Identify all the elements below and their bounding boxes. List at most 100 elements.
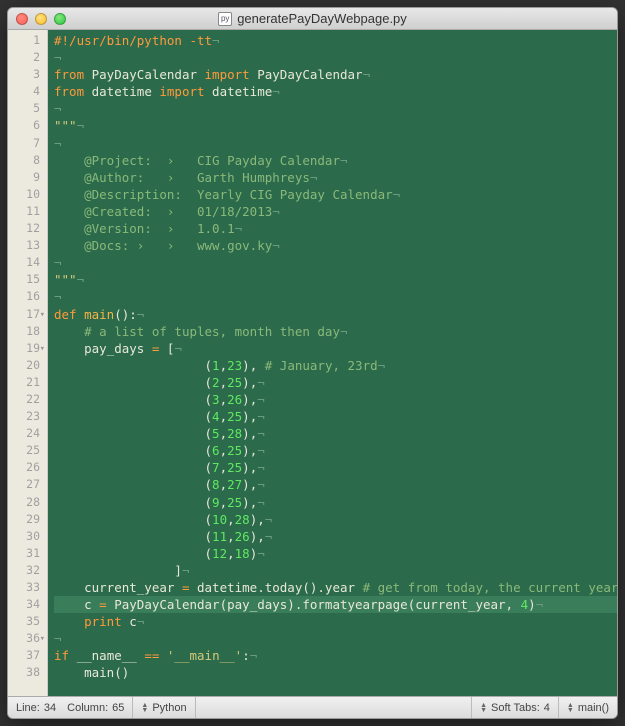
- line-number-gutter[interactable]: 1234567891011121314151617181920212223242…: [8, 30, 48, 696]
- code-line[interactable]: from datetime import datetime¬: [54, 83, 617, 100]
- statusbar: Line: 34 Column: 65 ▲▼ Python ▲▼ Soft Ta…: [8, 696, 617, 718]
- line-number[interactable]: 35: [8, 613, 44, 630]
- code-line[interactable]: main(): [54, 664, 617, 681]
- code-line[interactable]: """¬: [54, 117, 617, 134]
- cursor-position[interactable]: Line: 34 Column: 65: [8, 697, 133, 718]
- line-number[interactable]: 14: [8, 254, 44, 271]
- code-line[interactable]: @Docs: › › www.gov.ky¬: [54, 237, 617, 254]
- code-line[interactable]: (11,26),¬: [54, 528, 617, 545]
- line-number[interactable]: 21: [8, 374, 44, 391]
- symbol-selector[interactable]: ▲▼ main(): [559, 697, 617, 718]
- col-value: 65: [112, 702, 124, 714]
- line-number[interactable]: 12: [8, 220, 44, 237]
- code-line[interactable]: (7,25),¬: [54, 459, 617, 476]
- code-line[interactable]: (5,28),¬: [54, 425, 617, 442]
- code-line[interactable]: @Description: Yearly CIG Payday Calendar…: [54, 186, 617, 203]
- code-line[interactable]: print c¬: [54, 613, 617, 630]
- code-line[interactable]: """¬: [54, 271, 617, 288]
- code-line[interactable]: (6,25),¬: [54, 442, 617, 459]
- line-number[interactable]: 13: [8, 237, 44, 254]
- code-line[interactable]: ¬: [54, 49, 617, 66]
- line-number[interactable]: 33: [8, 579, 44, 596]
- line-label: Line:: [16, 702, 40, 714]
- code-line[interactable]: ¬: [54, 100, 617, 117]
- code-line[interactable]: @Created: › 01/18/2013¬: [54, 203, 617, 220]
- code-line[interactable]: (2,25),¬: [54, 374, 617, 391]
- line-value: 34: [44, 702, 56, 714]
- code-line[interactable]: if __name__ == '__main__':¬: [54, 647, 617, 664]
- line-number[interactable]: 11: [8, 203, 44, 220]
- code-line[interactable]: ¬: [54, 135, 617, 152]
- code-line[interactable]: pay_days = [¬: [54, 340, 617, 357]
- line-number[interactable]: 8: [8, 152, 44, 169]
- code-line[interactable]: ]¬: [54, 562, 617, 579]
- symbol-label: main(): [578, 702, 609, 714]
- code-line[interactable]: (10,28),¬: [54, 511, 617, 528]
- line-number[interactable]: 10: [8, 186, 44, 203]
- zoom-icon[interactable]: [54, 13, 66, 25]
- line-number[interactable]: 15: [8, 271, 44, 288]
- line-number[interactable]: 30: [8, 528, 44, 545]
- code-line[interactable]: (4,25),¬: [54, 408, 617, 425]
- code-line[interactable]: #!/usr/bin/python -tt¬: [54, 32, 617, 49]
- code-line[interactable]: current_year = datetime.today().year # g…: [54, 579, 617, 596]
- code-line[interactable]: @Project: › CIG Payday Calendar¬: [54, 152, 617, 169]
- file-icon: py: [218, 12, 232, 26]
- code-line[interactable]: (3,26),¬: [54, 391, 617, 408]
- line-number[interactable]: 3: [8, 66, 44, 83]
- code-line[interactable]: # a list of tuples, month then day¬: [54, 323, 617, 340]
- soft-tabs-selector[interactable]: ▲▼ Soft Tabs: 4: [472, 697, 559, 718]
- line-number[interactable]: 23: [8, 408, 44, 425]
- line-number[interactable]: 5: [8, 100, 44, 117]
- line-number[interactable]: 17: [8, 306, 44, 323]
- line-number[interactable]: 25: [8, 442, 44, 459]
- code-line[interactable]: ¬: [54, 630, 617, 647]
- code-line[interactable]: ¬: [54, 254, 617, 271]
- line-number[interactable]: 37: [8, 647, 44, 664]
- code-line[interactable]: @Version: › 1.0.1¬: [54, 220, 617, 237]
- line-number[interactable]: 7: [8, 135, 44, 152]
- line-number[interactable]: 2: [8, 49, 44, 66]
- updown-icon: ▲▼: [567, 703, 574, 713]
- line-number[interactable]: 18: [8, 323, 44, 340]
- line-number[interactable]: 34: [8, 596, 44, 613]
- line-number[interactable]: 19: [8, 340, 44, 357]
- code-line[interactable]: (9,25),¬: [54, 494, 617, 511]
- col-label: Column:: [67, 702, 108, 714]
- line-number[interactable]: 6: [8, 117, 44, 134]
- line-number[interactable]: 29: [8, 511, 44, 528]
- line-number[interactable]: 36: [8, 630, 44, 647]
- editor-window: py generatePayDayWebpage.py 123456789101…: [7, 7, 618, 719]
- editor-area: 1234567891011121314151617181920212223242…: [8, 30, 617, 696]
- code-line[interactable]: (1,23), # January, 23rd¬: [54, 357, 617, 374]
- line-number[interactable]: 38: [8, 664, 44, 681]
- code-line[interactable]: from PayDayCalendar import PayDayCalenda…: [54, 66, 617, 83]
- line-number[interactable]: 20: [8, 357, 44, 374]
- updown-icon: ▲▼: [480, 703, 487, 713]
- line-number[interactable]: 26: [8, 459, 44, 476]
- soft-tabs-label: Soft Tabs:: [491, 702, 540, 714]
- line-number[interactable]: 9: [8, 169, 44, 186]
- code-area[interactable]: #!/usr/bin/python -tt¬¬from PayDayCalend…: [48, 30, 617, 696]
- code-line[interactable]: ¬: [54, 288, 617, 305]
- line-number[interactable]: 16: [8, 288, 44, 305]
- titlebar[interactable]: py generatePayDayWebpage.py: [8, 8, 617, 30]
- line-number[interactable]: 1: [8, 32, 44, 49]
- code-line[interactable]: @Author: › Garth Humphreys¬: [54, 169, 617, 186]
- line-number[interactable]: 24: [8, 425, 44, 442]
- line-number[interactable]: 31: [8, 545, 44, 562]
- line-number[interactable]: 28: [8, 494, 44, 511]
- soft-tabs-value: 4: [544, 702, 550, 714]
- minimize-icon[interactable]: [35, 13, 47, 25]
- code-line[interactable]: def main():¬: [54, 306, 617, 323]
- line-number[interactable]: 27: [8, 476, 44, 493]
- line-number[interactable]: 4: [8, 83, 44, 100]
- updown-icon: ▲▼: [141, 703, 148, 713]
- close-icon[interactable]: [16, 13, 28, 25]
- code-line[interactable]: (8,27),¬: [54, 476, 617, 493]
- code-line[interactable]: c = PayDayCalendar(pay_days).formatyearp…: [54, 596, 617, 613]
- line-number[interactable]: 32: [8, 562, 44, 579]
- code-line[interactable]: (12,18)¬: [54, 545, 617, 562]
- language-selector[interactable]: ▲▼ Python: [133, 697, 195, 718]
- line-number[interactable]: 22: [8, 391, 44, 408]
